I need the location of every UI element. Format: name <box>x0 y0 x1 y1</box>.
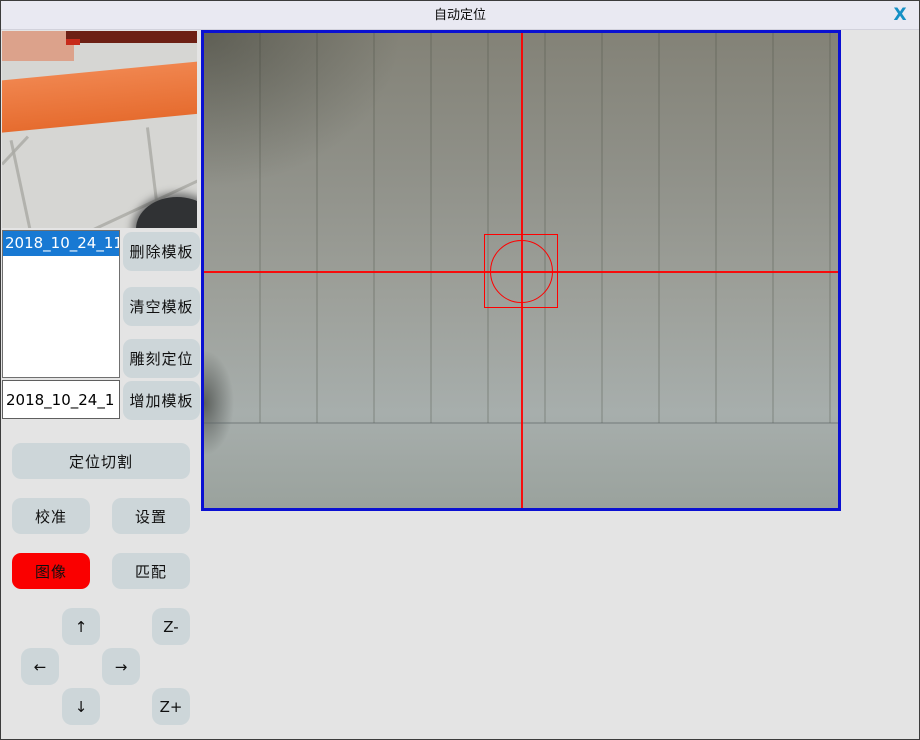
template-name-input[interactable] <box>2 380 120 419</box>
match-button[interactable]: 匹配 <box>112 553 190 589</box>
jog-up-button[interactable]: ↑ <box>62 608 100 645</box>
jog-down-button[interactable]: ↓ <box>62 688 100 725</box>
image-button[interactable]: 图像 <box>12 553 90 589</box>
clear-templates-button[interactable]: 清空模板 <box>123 287 200 326</box>
thumbnail-red-chip <box>66 39 80 45</box>
camera-view[interactable] <box>201 30 841 511</box>
add-template-button[interactable]: 增加模板 <box>123 381 200 420</box>
thumbnail-orange-beam <box>2 61 197 133</box>
thumbnail-dark-object <box>136 197 197 228</box>
engrave-position-button[interactable]: 雕刻定位 <box>123 339 200 378</box>
match-target-circle <box>490 240 553 303</box>
jog-z-minus-button[interactable]: Z- <box>152 608 190 645</box>
jog-right-button[interactable]: → <box>102 648 140 685</box>
dialog-title: 自动定位 <box>1 1 919 30</box>
auto-position-dialog: 自动定位 X 2018_10_24_11 删除模板 清空模板 雕刻定位 增加模板… <box>0 0 920 740</box>
template-thumbnail <box>2 31 197 228</box>
camera-shadow-left <box>204 333 246 473</box>
delete-template-button[interactable]: 删除模板 <box>123 232 200 271</box>
close-icon[interactable]: X <box>889 4 911 26</box>
calibrate-button[interactable]: 校准 <box>12 498 90 534</box>
jog-z-plus-button[interactable]: Z+ <box>152 688 190 725</box>
settings-button[interactable]: 设置 <box>112 498 190 534</box>
list-item[interactable]: 2018_10_24_11 <box>3 231 119 256</box>
title-bar: 自动定位 X <box>1 1 919 30</box>
position-cut-button[interactable]: 定位切割 <box>12 443 190 479</box>
thumbnail-maroon-bar <box>66 31 197 43</box>
thumbnail-salmon-patch <box>2 31 74 61</box>
template-list[interactable]: 2018_10_24_11 <box>2 230 120 378</box>
jog-left-button[interactable]: ← <box>21 648 59 685</box>
